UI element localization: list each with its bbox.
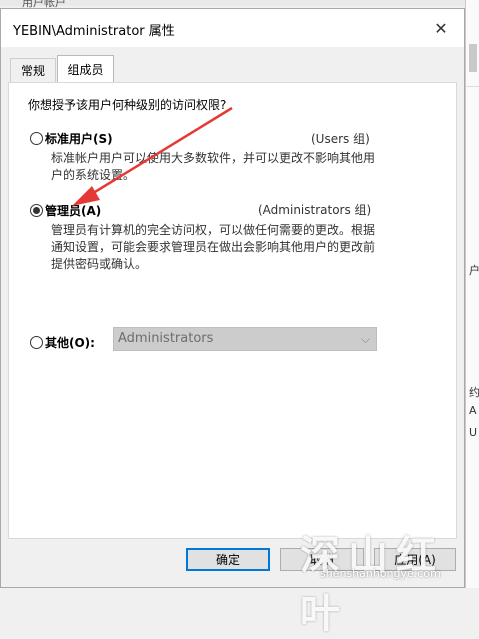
background-text-fragment: A [469, 404, 477, 417]
window-title: YEBIN\Administrator 属性 [13, 24, 175, 39]
background-text-fragment: 户 [469, 264, 479, 277]
other-radio[interactable] [30, 336, 43, 349]
apply-button[interactable]: 应用(A) [374, 548, 456, 571]
cancel-button[interactable]: 取消 [280, 548, 364, 571]
ok-button-label: 确定 [215, 553, 240, 567]
standard-user-description: 标准帐户用户可以使用大多数软件，并可以更改不影响其他用户的系统设置。 [51, 151, 376, 182]
access-level-question: 你想授予该用户何种级别的访问权限? [28, 98, 227, 112]
standard-user-radio[interactable] [30, 132, 43, 145]
background-window-strip: 用户帐户 [0, 0, 479, 9]
close-icon: ✕ [434, 18, 448, 38]
chevron-down-icon: ⌵ [360, 332, 370, 346]
tab-general[interactable]: 常规 [10, 58, 56, 82]
tab-label: 常规 [20, 64, 45, 78]
background-text-fragment: U [469, 426, 478, 439]
properties-dialog: YEBIN\Administrator 属性 ✕ 常规 组成员 你想授予该用户何… [0, 8, 465, 588]
users-group-label: (Users 组) [311, 132, 370, 146]
title-bar: YEBIN\Administrator 属性 ✕ [1, 9, 464, 47]
background-divider [466, 86, 479, 87]
standard-user-label[interactable]: 标准用户(S) [45, 130, 113, 147]
background-scrollbar [469, 44, 477, 72]
apply-button-label: 应用(A) [394, 553, 436, 567]
administrator-description: 管理员有计算机的完全访问权，可以做任何需要的更改。根据通知设置，可能会要求管理员… [51, 223, 376, 271]
administrator-label[interactable]: 管理员(A) [45, 202, 101, 219]
tab-member-of[interactable]: 组成员 [57, 55, 114, 82]
other-label[interactable]: 其他(O): [45, 334, 95, 351]
background-text-fragment: 约 [469, 386, 479, 399]
background-window-edge: 户 约 A U [465, 0, 479, 588]
cancel-button-label: 取消 [309, 553, 334, 567]
other-group-select[interactable]: Administrators ⌵ [113, 327, 377, 351]
administrators-group-label: (Administrators 组) [258, 203, 372, 217]
close-button[interactable]: ✕ [418, 9, 464, 47]
tab-label: 组成员 [67, 62, 104, 77]
administrator-radio[interactable] [30, 204, 43, 217]
other-group-value: Administrators [118, 331, 214, 346]
ok-button[interactable]: 确定 [186, 548, 270, 571]
